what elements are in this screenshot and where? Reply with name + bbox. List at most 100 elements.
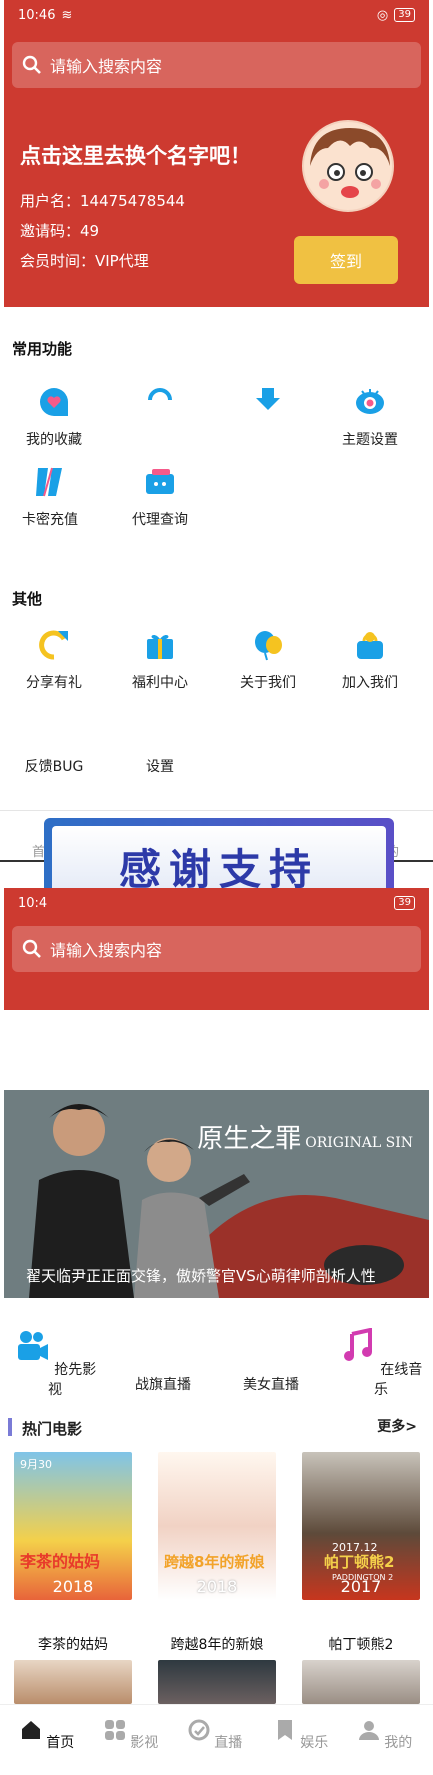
target-icon (188, 1719, 210, 1741)
tab-live[interactable]: 直播 (180, 1719, 250, 1752)
eye-icon (356, 389, 384, 414)
tab-home-label: 首页 (46, 1735, 75, 1751)
movie-poster-4[interactable] (14, 1660, 132, 1704)
invite-code: 邀请码：49 (20, 222, 100, 240)
theme-settings[interactable]: 主题设置 (320, 385, 420, 449)
common-functions-title: 常用功能 (12, 340, 73, 358)
home-icon (21, 1721, 40, 1739)
status-bar: 10:46 ≋ ◎ 39 (4, 0, 429, 30)
my-favorites[interactable]: 我的收藏 (4, 385, 104, 449)
download-arrow-icon (256, 388, 280, 410)
heart-bubble-icon (40, 388, 68, 416)
search-input[interactable]: 请输入搜索内容 (12, 42, 421, 88)
search-icon (22, 939, 41, 958)
share-gift[interactable]: 分享有礼 (4, 628, 104, 692)
category-beauty-live-label: 美女直播 (243, 1377, 299, 1393)
bottom-tab-bar: 首页 影视 直播 娱乐 我的 (0, 1704, 433, 1775)
common-item-3[interactable] (218, 385, 318, 429)
music-note-icon (343, 1327, 372, 1361)
hero-caption: 翟天临尹正正面交锋，傲娇警官VS心萌律师剖析人性 (26, 1267, 376, 1285)
gift-icon (147, 634, 173, 659)
category-movies[interactable]: 抢先影视 (10, 1328, 100, 1399)
tab-mine-label: 我的 (384, 1735, 413, 1751)
member-time: 会员时间：VIP代理 (20, 252, 149, 270)
movie-poster-3[interactable]: 2017.12 帕丁顿熊2 PADDINGTON 2 2017 (302, 1452, 420, 1600)
movie-title-3[interactable]: 帕丁顿熊2 (296, 1634, 426, 1654)
movie-poster-6[interactable] (302, 1660, 420, 1704)
category-beauty-live[interactable]: 美女直播 (226, 1328, 316, 1394)
category-music[interactable]: 在线音乐 (336, 1327, 426, 1399)
agent-query-label: 代理查询 (132, 512, 188, 528)
video-camera-icon (17, 1331, 48, 1360)
movie-poster-1[interactable]: 9月30 李茶的姑妈 2018 (14, 1452, 132, 1600)
sign-in-button[interactable]: 签到 (294, 236, 398, 284)
hot-movies-header: 热门电影 更多> (8, 1416, 425, 1438)
nickname[interactable]: 点击这里去换个名字吧！ (20, 140, 251, 170)
agent-query[interactable]: 代理查询 (110, 465, 210, 529)
username: 用户名：14475478544 (20, 192, 185, 210)
arc-icon (148, 388, 172, 401)
alarm-icon: ◎ (376, 7, 389, 23)
settings[interactable]: 设置 (110, 756, 210, 776)
category-zhanqi-label: 战旗直播 (135, 1377, 191, 1393)
theme-settings-label: 主题设置 (342, 432, 398, 448)
more-link[interactable]: 更多> (377, 1416, 417, 1436)
bag-icon (357, 632, 383, 659)
header-screen2: 10:4 39 请输入搜索内容 (4, 888, 429, 1010)
share-gift-label: 分享有礼 (26, 675, 82, 691)
grid-icon (104, 1720, 125, 1740)
hero-banner[interactable]: 原生之罪 ORIGINAL SIN 翟天临尹正正面交锋，傲娇警官VS心萌律师剖析人… (4, 1090, 429, 1298)
beauty-live-icon (253, 1328, 289, 1364)
movie-title-2[interactable]: 跨越8年的新娘 (152, 1634, 282, 1654)
balloon-icon (255, 631, 282, 661)
feedback-bug[interactable]: 反馈BUG (4, 756, 104, 776)
other-title: 其他 (12, 590, 43, 608)
battery-level-2: 39 (394, 896, 415, 910)
tab-home[interactable]: 首页 (12, 1719, 82, 1752)
status-time: 10:46 (18, 7, 56, 23)
tab-entertainment-label: 娱乐 (300, 1735, 329, 1751)
welfare-center-label: 福利中心 (132, 675, 188, 691)
category-movies-label: 抢先影视 (48, 1362, 97, 1398)
search-placeholder: 请输入搜索内容 (50, 57, 163, 76)
card-icon (36, 467, 62, 497)
tab-entertainment[interactable]: 娱乐 (266, 1719, 336, 1752)
hero-logo: 原生之罪 ORIGINAL SIN (197, 1124, 413, 1154)
card-recharge[interactable]: 卡密充值 (0, 465, 100, 529)
about-us-label: 关于我们 (240, 675, 296, 691)
settings-label: 设置 (146, 759, 174, 775)
battery-level: 39 (394, 8, 415, 22)
tab-video-label: 影视 (130, 1735, 159, 1751)
status-time-2: 10:4 (18, 895, 48, 911)
avatar[interactable] (302, 120, 394, 212)
search-placeholder-2: 请输入搜索内容 (50, 941, 163, 960)
zhanqi-icon (145, 1328, 181, 1364)
user-icon (358, 1721, 379, 1740)
tab-live-label: 直播 (214, 1735, 243, 1751)
about-us[interactable]: 关于我们 (218, 628, 318, 692)
movie-poster-2[interactable]: 跨越8年的新娘 2018 (158, 1452, 276, 1600)
welfare-center[interactable]: 福利中心 (110, 628, 210, 692)
search-icon (22, 55, 41, 74)
status-bar-2: 10:4 39 (4, 888, 429, 918)
hot-movies-title: 热门电影 (22, 1420, 83, 1438)
wifi-icon: ≋ (61, 7, 73, 23)
category-music-label: 在线音乐 (374, 1362, 423, 1398)
tab-video[interactable]: 影视 (96, 1719, 166, 1752)
join-us-label: 加入我们 (342, 675, 398, 691)
card-recharge-label: 卡密充值 (22, 512, 78, 528)
common-item-2[interactable] (110, 385, 210, 429)
movie-poster-5[interactable] (158, 1660, 276, 1704)
section-marker (8, 1418, 12, 1436)
bookmark-icon (277, 1720, 292, 1740)
share-icon (39, 630, 68, 660)
my-favorites-label: 我的收藏 (26, 432, 82, 448)
feedback-bug-label: 反馈BUG (24, 759, 84, 775)
category-zhanqi[interactable]: 战旗直播 (118, 1328, 208, 1394)
search-input-2[interactable]: 请输入搜索内容 (12, 926, 421, 972)
join-us[interactable]: 加入我们 (320, 628, 420, 692)
profile-header: 10:46 ≋ ◎ 39 请输入搜索内容 点击这里去换个名字吧！ 用户名：144… (4, 0, 429, 307)
ticket-icon (146, 469, 174, 494)
movie-title-1[interactable]: 李茶的姑妈 (8, 1634, 138, 1654)
tab-mine[interactable]: 我的 (350, 1719, 420, 1752)
